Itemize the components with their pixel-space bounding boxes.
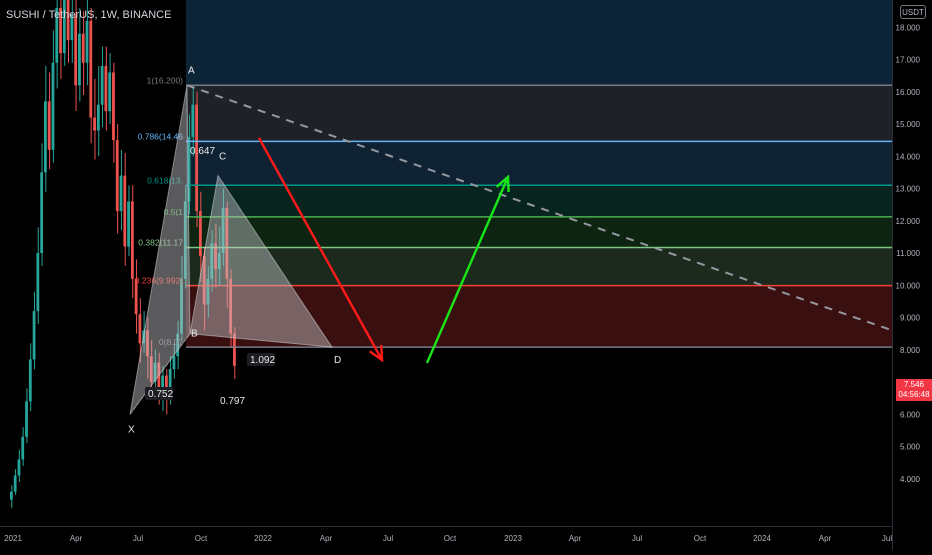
candle-body [89,20,93,118]
candle-body [123,175,127,247]
x-tick-label: Oct [694,534,707,543]
candle-body [104,65,108,112]
candle-body [81,33,85,63]
candle-body [172,356,176,370]
ratio-label-1.092: 1.092 [247,353,275,366]
candle-body [93,117,96,131]
ratio-label-0.647: 0.647 [190,146,215,157]
candle-body [74,14,78,86]
candle-body [32,311,36,360]
candle-body [199,211,202,257]
candle-body [44,101,47,173]
candle-body [25,401,28,437]
bar-countdown: 04:56:48 [898,390,930,399]
candle-body [119,175,123,212]
x-tick-label: Jul [133,534,143,543]
ratio-label-0.752: 0.752 [145,387,173,400]
ratio-label-0.797: 0.797 [220,396,245,407]
last-price: 7.546 [903,380,925,389]
fib-label-1: 1(16.200) [147,75,184,85]
y-tick-label: 5.000 [900,443,921,452]
y-tick-label: 8.000 [900,346,921,355]
x-tick-label: Apr [320,534,333,543]
pattern-point-D: D [334,355,341,366]
y-tick-label: 17.000 [896,56,921,65]
y-tick-label: 15.000 [896,120,921,129]
fib-label-0.786: 0.786(14.46 [138,131,184,141]
x-tick-label: Jul [882,534,892,543]
candle-body [62,0,66,54]
candle-body [47,101,51,150]
y-tick-label: 13.000 [896,185,921,194]
candle-body [115,140,119,212]
candle-body [17,459,21,476]
candle-body [40,172,44,253]
fib-upper-zone [186,0,892,86]
candle-body [28,359,32,402]
y-tick-label: 10.000 [896,281,921,290]
y-tick-label: 16.000 [896,88,921,97]
y-tick-label: 11.000 [896,249,920,258]
candle-body [138,314,142,344]
symbol-title: SUSHI / TetherUS, 1W, BINANCE [6,9,172,21]
candle-body [96,104,100,131]
x-tick-label: 2021 [4,534,22,543]
candle-body [13,475,17,492]
x-tick-label: Oct [195,534,208,543]
candle-body [130,201,134,279]
ratio-label-text: 0.752 [148,389,173,400]
chart-area[interactable]: 1(16.200)0.786(14.460.618(13.0.5(10.382(… [0,0,932,550]
y-tick-label: 12.000 [896,217,921,226]
x-tick-label: Apr [70,534,83,543]
candle-body [112,72,115,141]
pattern-point-X: X [128,424,135,435]
candle-body [36,253,40,312]
last-price-badge: 7.546 04:56:48 [896,379,932,401]
y-tick-label: 18.000 [896,23,921,32]
candle-body [85,20,89,63]
candle-body [127,201,130,247]
y-tick-label: 4.000 [900,475,921,484]
x-tick-label: Jul [383,534,393,543]
fib-zone-0.382 [186,247,892,286]
pattern-point-A: A [188,65,195,76]
x-tick-label: Oct [444,534,457,543]
pattern-point-B: B [191,329,198,340]
candle-body [78,33,81,86]
x-tick-label: Jul [632,534,642,543]
x-tick-label: 2023 [504,534,522,543]
x-tick-label: Apr [819,534,832,543]
ratio-label-text: 0.797 [220,396,245,407]
chart-svg[interactable]: 1(16.200)0.786(14.460.618(13.0.5(10.382(… [0,0,932,550]
fib-zone-1 [186,85,892,142]
fib-zone-0.618 [186,185,892,217]
x-tick-label: 2024 [753,534,771,543]
candle-body [108,72,112,112]
candle-body [21,436,25,460]
candle-body [100,65,104,105]
x-tick-label: Apr [569,534,582,543]
pattern-point-C: C [219,152,226,163]
currency-badge[interactable]: USDT [900,5,926,19]
ratio-label-text: 0.647 [190,146,215,157]
fib-zone-0.5 [186,216,892,248]
candle-body [191,104,195,137]
y-tick-label: 14.000 [896,152,921,161]
y-tick-label: 9.000 [900,314,921,323]
candle-body [10,491,13,500]
fib-zone-0.786 [186,141,892,186]
candle-body [233,333,236,366]
x-tick-label: 2022 [254,534,272,543]
candle-body [51,62,55,150]
ratio-label-text: 1.092 [250,355,275,366]
candle-body [195,104,199,212]
y-tick-label: 6.000 [900,410,921,419]
